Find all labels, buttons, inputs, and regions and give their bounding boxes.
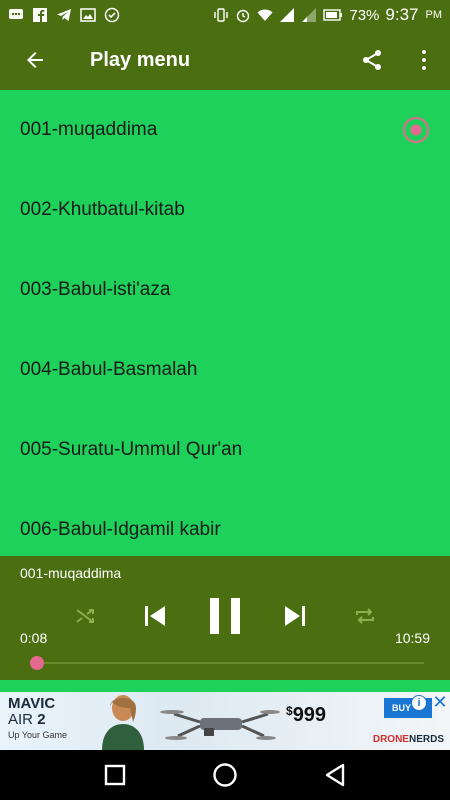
ad-close-icon[interactable]: ✕	[430, 692, 450, 712]
signal-icon	[280, 8, 295, 22]
more-vert-icon	[422, 50, 426, 70]
facebook-icon	[33, 8, 47, 22]
recents-icon	[104, 764, 126, 786]
app-bar: Play menu	[0, 30, 450, 90]
page-title: Play menu	[90, 48, 191, 71]
repeat-button[interactable]	[343, 596, 387, 636]
track-label: 002-Khutbatul-kitab	[20, 199, 185, 220]
ad-brand: MAVIC	[8, 695, 56, 712]
ad-advertiser-b: NERDS	[408, 734, 444, 745]
track-list: 001-muqaddima 002-Khutbatul-kitab 003-Ba…	[0, 90, 450, 556]
system-icons: 73% 9:37 PM	[213, 5, 442, 25]
track-label: 005-Suratu-Ummul Qur'an	[20, 439, 243, 460]
ad-price-value: 999	[292, 704, 327, 726]
track-item[interactable]: 005-Suratu-Ummul Qur'an	[0, 410, 450, 490]
ad-tagline: Up Your Game	[8, 730, 68, 740]
now-playing-title: 001-muqaddima	[20, 565, 122, 581]
vibrate-icon	[214, 8, 229, 22]
notification-icons	[8, 7, 120, 23]
ad-model-number: 2	[37, 711, 46, 728]
ad-model-prefix: AIR	[8, 711, 34, 728]
player-controls	[0, 596, 450, 636]
previous-button[interactable]	[133, 596, 177, 636]
pause-icon	[210, 598, 240, 634]
alarm-icon	[237, 9, 250, 23]
share-button[interactable]	[346, 30, 398, 90]
telegram-icon	[57, 9, 71, 21]
track-item[interactable]: 006-Babul-Idgamil kabir	[0, 490, 450, 556]
repeat-icon	[356, 608, 374, 624]
wifi-icon	[257, 9, 273, 21]
next-button[interactable]	[273, 596, 317, 636]
track-label: 004-Babul-Basmalah	[20, 359, 198, 380]
overflow-menu-button[interactable]	[398, 30, 450, 90]
ad-drone-image	[160, 710, 280, 740]
back-button[interactable]	[0, 30, 70, 90]
track-item[interactable]: 003-Babul-isti'aza	[0, 250, 450, 330]
check-circle-icon	[104, 7, 120, 23]
home-icon	[213, 763, 237, 787]
shuffle-button[interactable]	[63, 596, 107, 636]
share-icon	[363, 50, 381, 70]
divider-strip	[0, 680, 450, 692]
ad-banner[interactable]: MAVIC AIR 2 Up Your Game $999 BUY i ✕ DR…	[0, 692, 450, 750]
track-label: 003-Babul-isti'aza	[20, 279, 171, 300]
ad-price-symbol: $	[286, 704, 293, 718]
home-button[interactable]	[200, 750, 250, 800]
battery-percent: 73%	[349, 6, 380, 24]
ad-info-icon[interactable]: i	[411, 695, 427, 711]
recents-button[interactable]	[90, 750, 140, 800]
ad-person-image	[102, 695, 144, 750]
back-nav-button[interactable]	[310, 750, 360, 800]
ad-advertiser: DRONENERDS	[373, 734, 444, 745]
skip-next-icon	[285, 606, 305, 626]
track-item[interactable]: 001-muqaddima	[0, 90, 450, 170]
track-label: 001-muqaddima	[20, 119, 158, 140]
skip-previous-icon	[145, 606, 165, 626]
system-nav-bar	[0, 750, 450, 800]
seek-thumb[interactable]	[29, 656, 44, 670]
signal-weak-icon	[302, 8, 317, 22]
total-time: 10:59	[394, 630, 430, 646]
seek-bar[interactable]	[29, 656, 424, 670]
ad-price: $999	[286, 704, 326, 727]
track-label: 006-Babul-Idgamil kabir	[20, 519, 221, 540]
app-bar-actions	[346, 30, 450, 90]
arrow-back-icon	[27, 52, 43, 68]
track-item[interactable]: 004-Babul-Basmalah	[0, 330, 450, 410]
back-triangle-icon	[325, 763, 345, 787]
ad-model: AIR 2	[8, 712, 46, 727]
pause-button[interactable]	[203, 596, 247, 636]
status-bar: 73% 9:37 PM	[0, 0, 450, 30]
now-playing-icon	[403, 117, 429, 143]
elapsed-time: 0:08	[20, 630, 48, 646]
clock: 9:37	[385, 5, 419, 24]
gallery-icon	[80, 8, 96, 22]
shuffle-icon	[76, 609, 94, 623]
ad-advertiser-a: DRONE	[372, 734, 409, 745]
player-panel: 001-muqaddima 0:08 10:59	[0, 556, 450, 680]
chat-icon	[9, 9, 23, 19]
battery-icon	[323, 9, 343, 21]
clock-ampm: PM	[425, 9, 443, 21]
track-item[interactable]: 002-Khutbatul-kitab	[0, 170, 450, 250]
